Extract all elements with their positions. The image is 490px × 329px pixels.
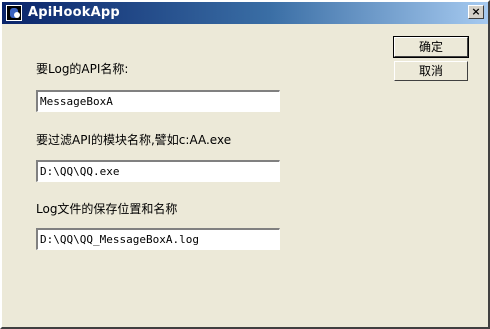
title-bar[interactable]: ApiHookApp × [2,2,488,24]
log-file-input[interactable]: D:\QQ\QQ_MessageBoxA.log [36,228,280,250]
dialog-window: ApiHookApp × 确定 取消 要Log的API名称: MessageBo… [0,0,490,329]
module-name-input[interactable]: D:\QQ\QQ.exe [36,160,280,182]
app-icon [6,5,22,21]
close-icon[interactable]: × [468,5,484,19]
window-title: ApiHookApp [28,5,120,20]
api-name-input[interactable]: MessageBoxA [36,90,280,112]
api-name-label: 要Log的API名称: [36,62,129,76]
cancel-button[interactable]: 取消 [394,61,468,81]
log-file-label: Log文件的保存位置和名称 [36,202,178,216]
module-name-label: 要过滤API的模块名称,譬如c:AA.exe [36,133,232,147]
ok-button[interactable]: 确定 [393,36,469,58]
